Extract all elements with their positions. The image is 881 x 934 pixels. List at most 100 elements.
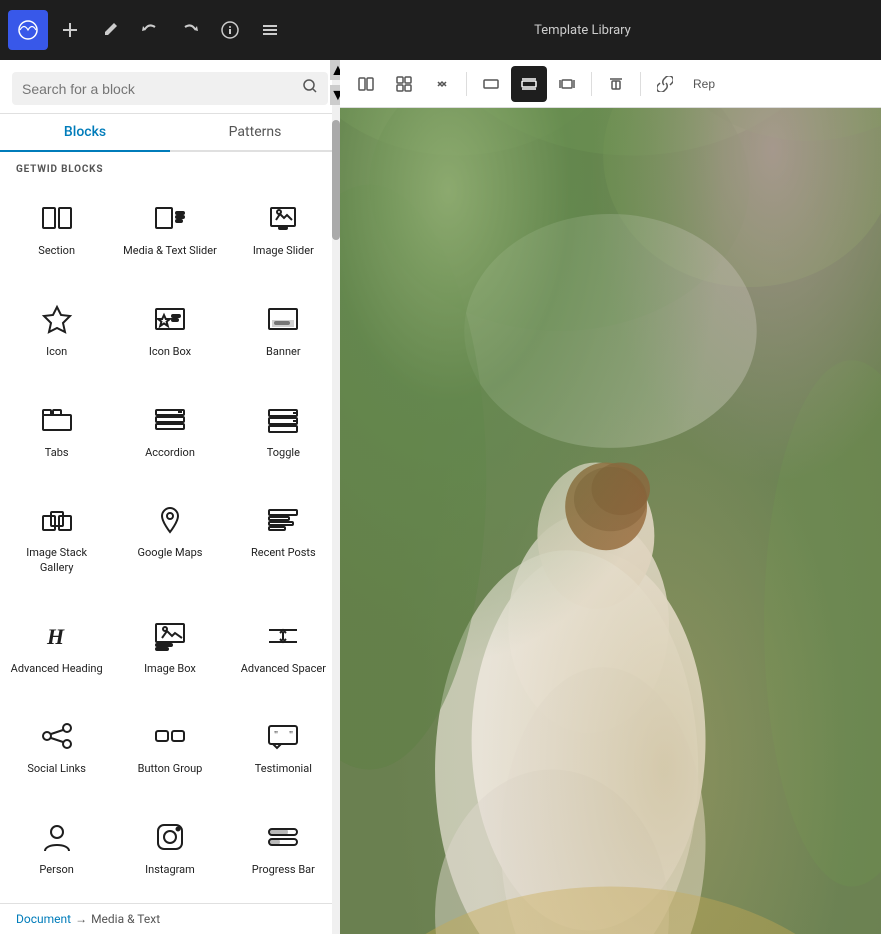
block-item-image-slider[interactable]: Image Slider: [227, 183, 340, 284]
search-input[interactable]: [22, 81, 294, 97]
getwid-blocks-label: GETWID BLOCKS: [0, 152, 340, 179]
block-label-person: Person: [39, 863, 73, 877]
scrollbar-thumb[interactable]: [332, 120, 340, 240]
block-grid: Section Media & Text Slider: [0, 179, 340, 903]
wide-icon: [521, 76, 537, 92]
canvas-area: [340, 108, 881, 934]
painting-svg: [340, 108, 881, 934]
up-down-icon: [434, 76, 450, 92]
right-area: Rep: [340, 60, 881, 934]
breadcrumb-separator: →: [75, 912, 87, 926]
block-label-google-maps: Google Maps: [138, 546, 203, 560]
scroll-arrow-up[interactable]: ▲: [330, 60, 340, 80]
undo-button[interactable]: [132, 12, 168, 48]
icon-box-icon: [152, 301, 188, 337]
svg-text:": ": [289, 730, 293, 741]
scrollbar-track: ▲ ▼: [332, 60, 340, 934]
list-view-button[interactable]: [252, 12, 288, 48]
block-label-button-group: Button Group: [138, 762, 203, 776]
replace-button[interactable]: Rep: [685, 66, 723, 102]
inset-button[interactable]: [549, 66, 585, 102]
block-item-image-stack-gallery[interactable]: Image Stack Gallery: [0, 485, 113, 600]
block-label-banner: Banner: [266, 345, 301, 359]
recent-posts-icon: [265, 502, 301, 538]
svg-text:": ": [274, 730, 278, 741]
block-toolbar: Rep: [340, 60, 881, 108]
testimonial-icon: " ": [265, 718, 301, 754]
block-item-advanced-spacer[interactable]: Advanced Spacer: [227, 601, 340, 702]
toolbar-title: Template Library: [292, 23, 873, 38]
block-item-image-box[interactable]: Image Box: [113, 601, 226, 702]
social-links-icon: [39, 718, 75, 754]
block-item-icon[interactable]: Icon: [0, 284, 113, 385]
toolbar-separator-1: [466, 72, 467, 96]
search-input-wrap: [12, 72, 328, 105]
person-icon: [39, 819, 75, 855]
redo-button[interactable]: [172, 12, 208, 48]
info-button[interactable]: [212, 12, 248, 48]
top-toolbar: Template Library: [0, 0, 881, 60]
wp-logo[interactable]: [8, 10, 48, 50]
block-item-button-group[interactable]: Button Group: [113, 701, 226, 802]
block-label-image-box: Image Box: [144, 662, 196, 676]
toggle-icon: [265, 402, 301, 438]
list-view-toggle[interactable]: [348, 66, 384, 102]
block-label-social-links: Social Links: [27, 762, 86, 776]
edit-button[interactable]: [92, 12, 128, 48]
full-width-button[interactable]: [473, 66, 509, 102]
block-item-advanced-heading[interactable]: H Advanced Heading: [0, 601, 113, 702]
grid-view-toggle[interactable]: [386, 66, 422, 102]
block-label-advanced-spacer: Advanced Spacer: [241, 662, 326, 676]
block-item-social-links[interactable]: Social Links: [0, 701, 113, 802]
icon-icon: [39, 301, 75, 337]
block-item-toggle[interactable]: Toggle: [227, 385, 340, 486]
link-button[interactable]: [647, 66, 683, 102]
wide-button[interactable]: [511, 66, 547, 102]
up-down-toggle[interactable]: [424, 66, 460, 102]
block-item-instagram[interactable]: Instagram: [113, 802, 226, 903]
block-label-icon-box: Icon Box: [149, 345, 191, 359]
block-label-media-text-slider: Media & Text Slider: [123, 244, 217, 258]
list-view-icon: [358, 76, 374, 92]
block-item-section[interactable]: Section: [0, 183, 113, 284]
search-icon: [302, 78, 318, 94]
main-area: Blocks Patterns GETWID BLOCKS Section: [0, 60, 881, 934]
block-item-recent-posts[interactable]: Recent Posts: [227, 485, 340, 600]
block-item-accordion[interactable]: Accordion: [113, 385, 226, 486]
scroll-arrow-down[interactable]: ▼: [330, 85, 340, 105]
block-item-person[interactable]: Person: [0, 802, 113, 903]
tab-patterns[interactable]: Patterns: [170, 114, 340, 152]
advanced-heading-icon: H: [39, 618, 75, 654]
full-width-icon: [483, 76, 499, 92]
search-icon-button[interactable]: [302, 78, 318, 99]
block-label-toggle: Toggle: [267, 446, 300, 460]
top-align-button[interactable]: [598, 66, 634, 102]
block-item-icon-box[interactable]: Icon Box: [113, 284, 226, 385]
block-label-tabs: Tabs: [45, 446, 69, 460]
block-item-testimonial[interactable]: " " Testimonial: [227, 701, 340, 802]
block-item-tabs[interactable]: Tabs: [0, 385, 113, 486]
block-label-advanced-heading: Advanced Heading: [11, 662, 103, 676]
image-slider-icon: [265, 200, 301, 236]
image-stack-gallery-icon: [39, 502, 75, 538]
block-item-media-text-slider[interactable]: Media & Text Slider: [113, 183, 226, 284]
top-align-icon: [608, 76, 624, 92]
breadcrumb-media-text: Media & Text: [91, 912, 160, 926]
toolbar-separator-3: [640, 72, 641, 96]
add-block-button[interactable]: [52, 12, 88, 48]
left-panel: Blocks Patterns GETWID BLOCKS Section: [0, 60, 340, 934]
block-label-instagram: Instagram: [145, 863, 195, 877]
block-label-testimonial: Testimonial: [255, 762, 312, 776]
google-maps-icon: [152, 502, 188, 538]
block-label-section: Section: [38, 244, 75, 258]
block-item-google-maps[interactable]: Google Maps: [113, 485, 226, 600]
block-item-banner[interactable]: Banner: [227, 284, 340, 385]
progress-bar-icon: [265, 819, 301, 855]
breadcrumb: Document → Media & Text: [0, 903, 340, 934]
tab-blocks[interactable]: Blocks: [0, 114, 170, 152]
breadcrumb-document[interactable]: Document: [16, 912, 71, 926]
block-label-image-slider: Image Slider: [253, 244, 314, 258]
section-icon: [39, 200, 75, 236]
block-item-progress-bar[interactable]: Progress Bar: [227, 802, 340, 903]
media-text-slider-icon: [152, 200, 188, 236]
